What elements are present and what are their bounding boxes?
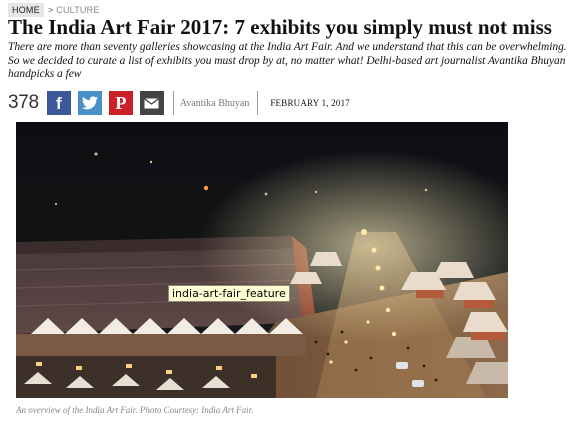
meta-divider xyxy=(257,91,259,115)
share-bar: 378 f P Avantika Bhuyan FEBRUARY 1, 2017 xyxy=(8,90,350,116)
article-subtitle: There are more than seventy galleries sh… xyxy=(8,41,567,80)
image-caption: An overview of the India Art Fair. Photo… xyxy=(16,405,254,415)
image-title-tooltip: india-art-fair_feature xyxy=(168,285,290,302)
pinterest-icon: P xyxy=(115,93,127,113)
publish-date: FEBRUARY 1, 2017 xyxy=(270,98,350,108)
facebook-icon: f xyxy=(55,93,62,113)
feature-image xyxy=(16,122,508,398)
breadcrumb-culture-link[interactable]: CULTURE xyxy=(56,5,99,15)
twitter-share-button[interactable] xyxy=(77,91,102,115)
author-link[interactable]: Avantika Bhuyan xyxy=(180,98,250,109)
email-share-button[interactable] xyxy=(139,91,164,115)
envelope-icon xyxy=(144,97,160,108)
facebook-share-button[interactable]: f xyxy=(46,91,71,115)
share-divider xyxy=(172,91,174,115)
share-count: 378 xyxy=(8,92,39,113)
twitter-icon xyxy=(81,96,98,110)
breadcrumb-separator: > xyxy=(47,5,54,15)
pinterest-share-button[interactable]: P xyxy=(108,91,133,115)
article-title: The India Art Fair 2017: 7 exhibits you … xyxy=(8,15,552,39)
feature-image-art xyxy=(16,122,508,398)
